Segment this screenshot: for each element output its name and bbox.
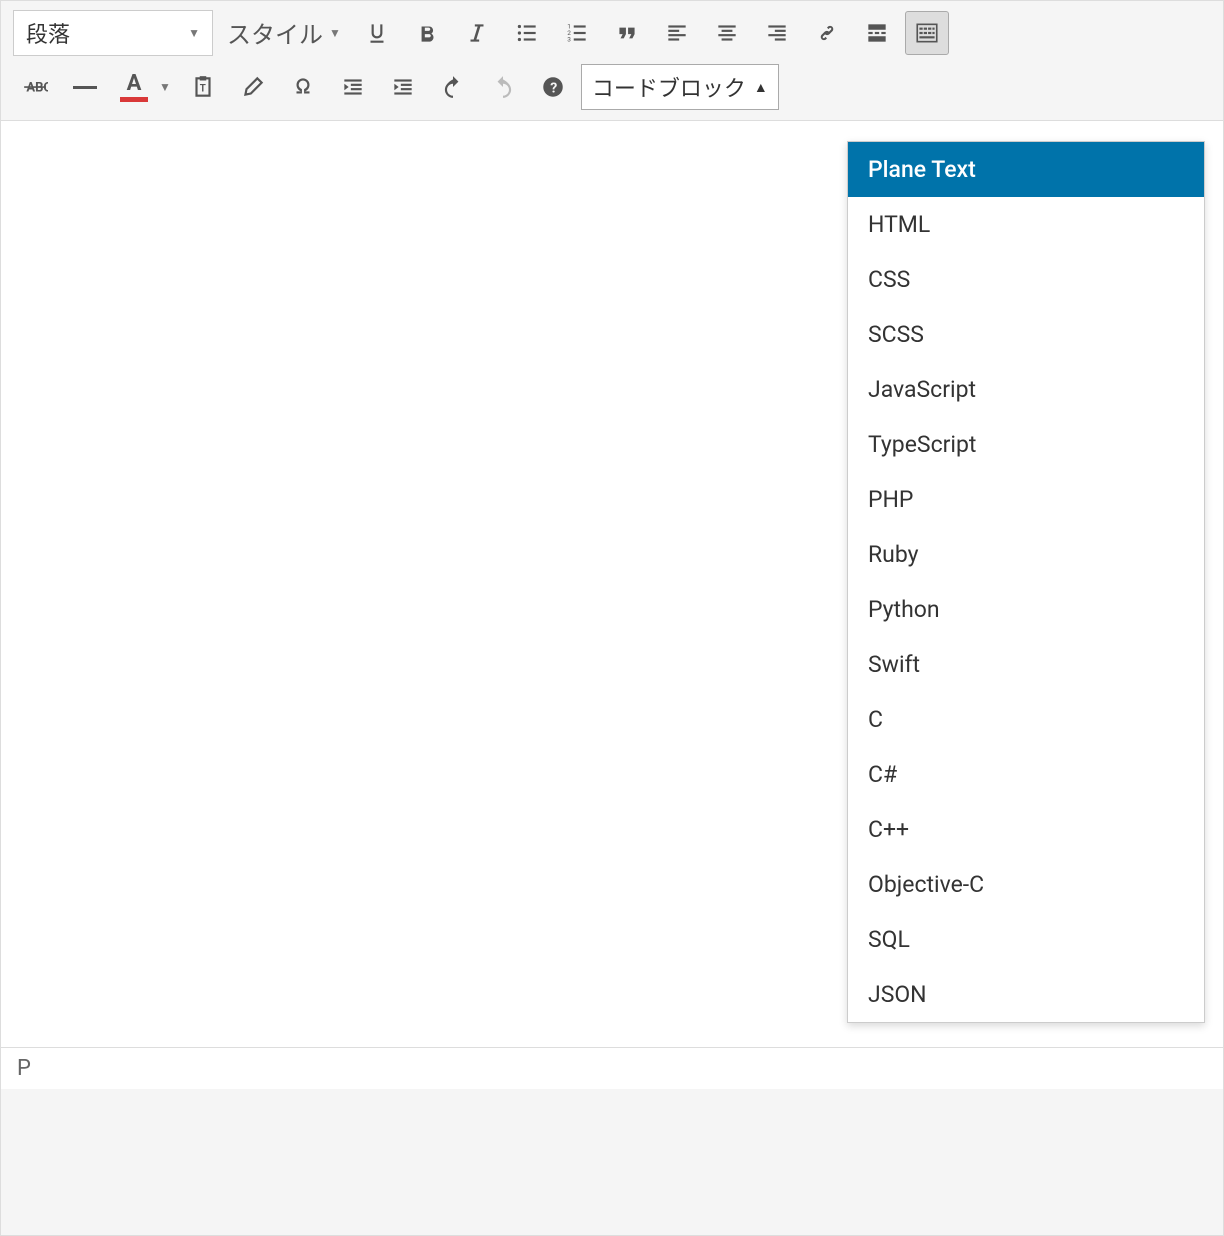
toolbar-toggle-button[interactable] [905,11,949,55]
italic-button[interactable] [455,11,499,55]
editor-container: 段落 ▼ スタイル ▼ 123 [0,0,1224,1236]
clear-formatting-button[interactable] [231,65,275,109]
toolbar: 段落 ▼ スタイル ▼ 123 [1,1,1223,121]
menu-item-objective-c[interactable]: Objective-C [848,857,1204,912]
chevron-up-icon: ▲ [754,79,768,96]
chevron-down-icon: ▼ [329,26,341,40]
codeblock-dropdown[interactable]: コードブロック ▲ [581,64,779,110]
link-button[interactable] [805,11,849,55]
style-dropdown[interactable]: スタイル ▼ [219,9,349,56]
align-left-button[interactable] [655,11,699,55]
outdent-button[interactable] [331,65,375,109]
help-button[interactable]: ? [531,65,575,109]
paragraph-label: 段落 [26,17,70,49]
menu-item-html[interactable]: HTML [848,197,1204,252]
menu-item-c[interactable]: C [848,692,1204,747]
align-center-button[interactable] [705,11,749,55]
menu-item-swift[interactable]: Swift [848,637,1204,692]
svg-text:T: T [200,83,206,94]
special-character-button[interactable] [281,65,325,109]
numbered-list-button[interactable]: 123 [555,11,599,55]
text-color-bar [120,97,148,102]
blockquote-button[interactable] [605,11,649,55]
chevron-down-icon: ▼ [188,26,200,40]
bullet-list-button[interactable] [505,11,549,55]
redo-button[interactable] [481,65,525,109]
menu-item-typescript[interactable]: TypeScript [848,417,1204,472]
codeblock-label: コードブロック [592,71,746,103]
bold-button[interactable] [405,11,449,55]
menu-item-php[interactable]: PHP [848,472,1204,527]
toolbar-row-2: ABC A ▼ T [13,64,1211,110]
style-label: スタイル [227,15,323,50]
underline-button[interactable] [355,11,399,55]
codeblock-dropdown-menu: Plane Text HTML CSS SCSS JavaScript Type… [847,141,1205,1023]
undo-button[interactable] [431,65,475,109]
paste-text-button[interactable]: T [181,65,225,109]
menu-item-cpp[interactable]: C++ [848,802,1204,857]
align-right-button[interactable] [755,11,799,55]
menu-item-scss[interactable]: SCSS [848,307,1204,362]
toolbar-row-1: 段落 ▼ スタイル ▼ 123 [13,9,1211,56]
menu-item-sql[interactable]: SQL [848,912,1204,967]
svg-text:3: 3 [567,35,571,43]
menu-item-css[interactable]: CSS [848,252,1204,307]
strikethrough-button[interactable]: ABC [13,65,57,109]
read-more-button[interactable] [855,11,899,55]
indent-button[interactable] [381,65,425,109]
menu-item-python[interactable]: Python [848,582,1204,637]
menu-item-ruby[interactable]: Ruby [848,527,1204,582]
menu-item-csharp[interactable]: C# [848,747,1204,802]
text-color-button[interactable]: A ▼ [113,65,175,109]
chevron-down-icon: ▼ [159,80,171,94]
hr-icon [73,86,97,89]
svg-text:?: ? [550,80,557,96]
menu-item-plane-text[interactable]: Plane Text [848,142,1204,197]
element-path[interactable]: P [17,1056,31,1081]
text-color-letter: A [127,73,142,95]
paragraph-dropdown[interactable]: 段落 ▼ [13,10,213,56]
text-color-swatch: A [117,73,151,102]
svg-text:ABC: ABC [26,80,48,95]
menu-item-json[interactable]: JSON [848,967,1204,1022]
status-bar: P [1,1047,1223,1089]
menu-item-javascript[interactable]: JavaScript [848,362,1204,417]
horizontal-rule-button[interactable] [63,65,107,109]
